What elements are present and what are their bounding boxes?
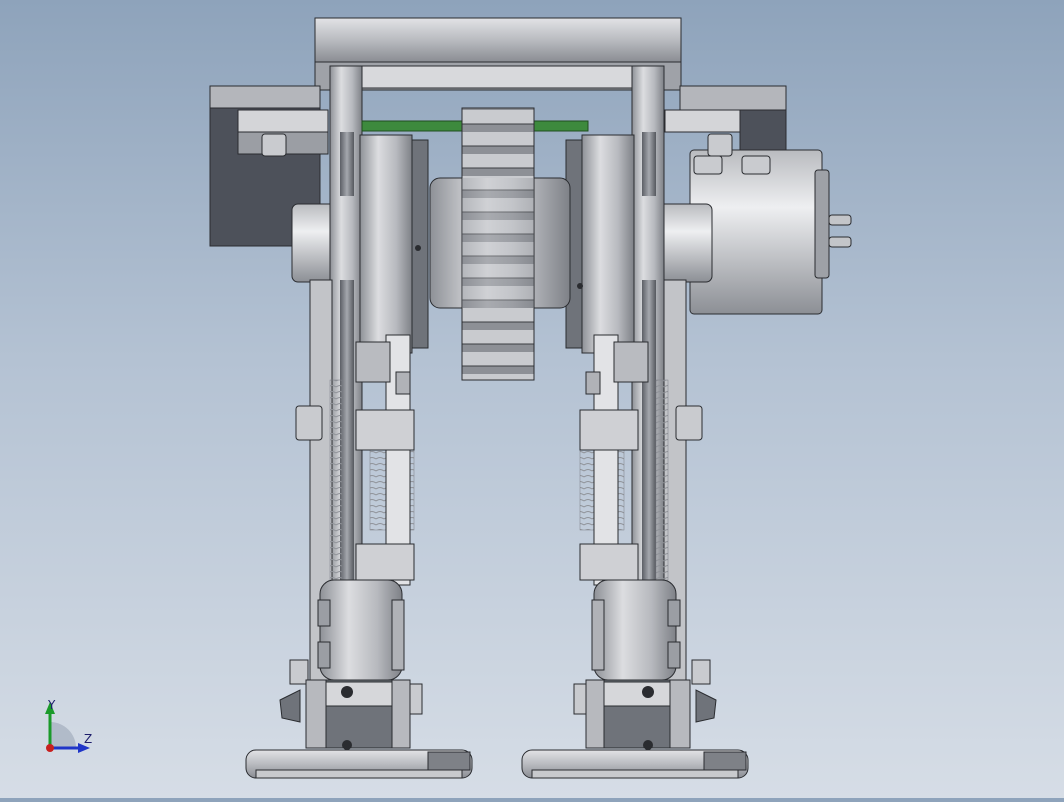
- y-axis-label: Y: [48, 698, 56, 712]
- axis-triad: Y Z: [36, 696, 106, 760]
- center-spur-gear[interactable]: [429, 107, 571, 381]
- right-foot-plate[interactable]: [521, 749, 749, 779]
- left-foot-plate[interactable]: [245, 749, 473, 779]
- left-knee-joint[interactable]: [317, 579, 405, 681]
- z-axis-label: Z: [84, 732, 93, 746]
- left-ankle-bracket[interactable]: [279, 679, 411, 750]
- right-pulley[interactable]: [565, 134, 635, 354]
- motor-terminal-tabs: [828, 214, 852, 248]
- left-pulley[interactable]: [359, 134, 429, 354]
- cad-graphics-viewport[interactable]: Y Z: [0, 0, 1064, 798]
- axis-triad-arrows: [45, 702, 90, 753]
- robot-leg-assembly-model[interactable]: [0, 0, 1064, 798]
- right-ankle-bracket[interactable]: [585, 679, 717, 750]
- right-knee-joint[interactable]: [591, 579, 681, 681]
- top-body-plate[interactable]: [314, 17, 682, 91]
